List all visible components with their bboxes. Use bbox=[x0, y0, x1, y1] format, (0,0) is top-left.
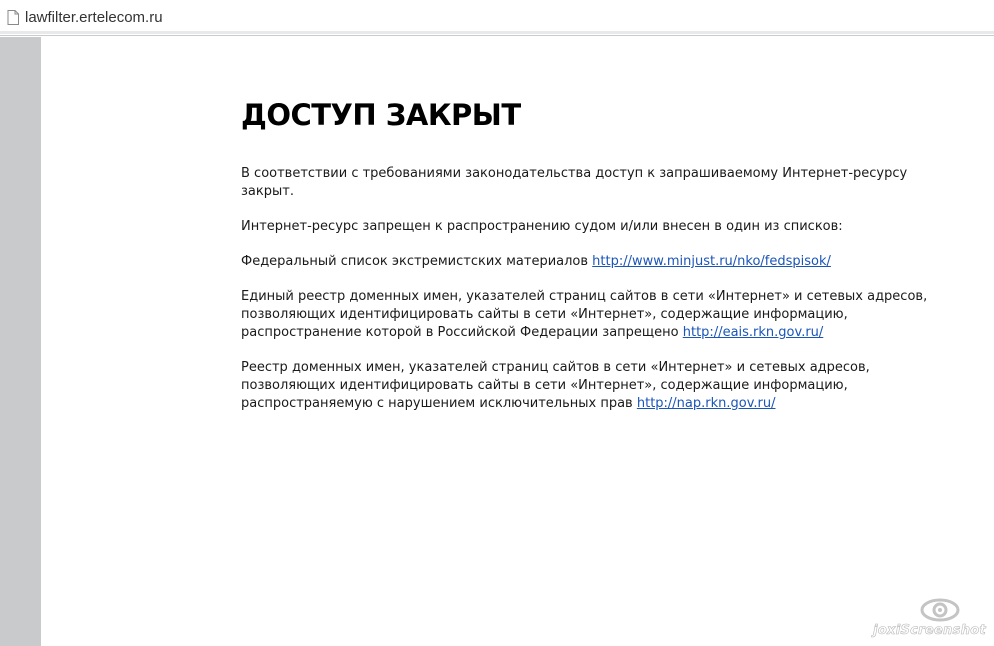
list-item-text: Единый реестр доменных имен, указателей … bbox=[241, 289, 928, 340]
eais-link[interactable]: http://eais.rkn.gov.ru/ bbox=[683, 325, 824, 340]
list-item: Реестр доменных имен, указателей страниц… bbox=[241, 359, 931, 413]
page-title: ДОСТУП ЗАКРЫТ bbox=[241, 98, 521, 132]
page-icon bbox=[7, 10, 19, 25]
list-item-text: Федеральный список экстремистских матери… bbox=[241, 254, 593, 269]
intro-text: В соответствии с требованиями законодате… bbox=[241, 166, 908, 199]
toolbar-divider bbox=[0, 31, 994, 34]
list-item: Федеральный список экстремистских матери… bbox=[241, 253, 931, 271]
watermark: joxiScreenshot bbox=[873, 596, 990, 644]
blocked-page-content: ДОСТУП ЗАКРЫТ В соответствии с требовани… bbox=[241, 95, 931, 430]
nap-link[interactable]: http://nap.rkn.gov.ru/ bbox=[637, 396, 776, 411]
minjust-link[interactable]: http://www.minjust.ru/nko/fedspisok/ bbox=[592, 254, 831, 269]
list-item: Единый реестр доменных имен, указателей … bbox=[241, 288, 931, 342]
side-panel bbox=[0, 37, 41, 646]
address-bar[interactable]: lawfilter.ertelecom.ru bbox=[0, 0, 994, 36]
url-text[interactable]: lawfilter.ertelecom.ru bbox=[25, 9, 163, 26]
lists-intro-text: Интернет-ресурс запрещен к распространен… bbox=[241, 219, 843, 234]
watermark-text: joxiScreenshot bbox=[873, 623, 986, 639]
